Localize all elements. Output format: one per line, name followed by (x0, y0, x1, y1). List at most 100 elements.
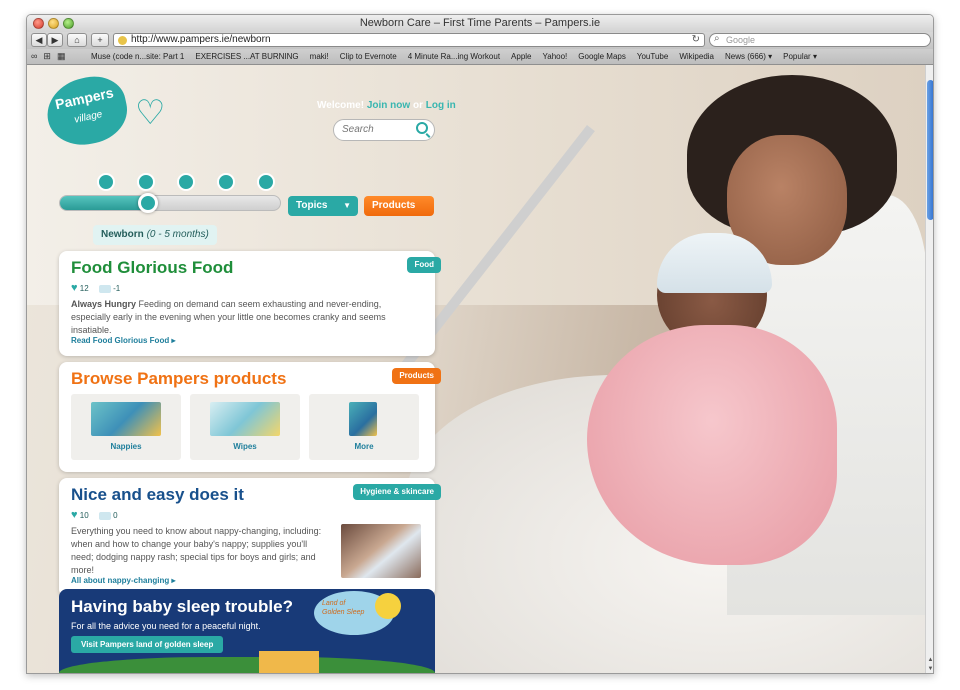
products-button[interactable]: Products (364, 196, 434, 216)
food-stats: ♥ 12 -1 (71, 282, 120, 294)
stage-slider[interactable] (59, 193, 281, 213)
search-icon: ⌕ (714, 33, 720, 44)
bookmark-tools: ∞ ⊞ ▦ (31, 51, 65, 62)
hygiene-card-title[interactable]: Nice and easy does it (71, 485, 244, 505)
bookmarks-bar: ∞ ⊞ ▦ Muse (code n...site: Part 1 EXERCI… (27, 49, 933, 65)
web-search-input[interactable]: ⌕ Google (709, 33, 931, 47)
address-bar[interactable]: http://www.pampers.ie/newborn ↻ (113, 33, 705, 47)
bookmark-item[interactable]: News (666) ▾ (725, 52, 772, 61)
food-description: Always Hungry Feeding on demand can seem… (71, 298, 421, 337)
comment-icon[interactable] (98, 511, 111, 520)
food-card-title[interactable]: Food Glorious Food (71, 258, 233, 278)
slider-fill (60, 196, 148, 210)
hill-illustration (59, 657, 435, 673)
site-search-placeholder: Search (342, 124, 374, 135)
welcome-text: Welcome! (317, 100, 365, 111)
back-button[interactable]: ◀ (31, 33, 47, 47)
page-viewport: Pampers village ♡ Welcome! Join now or L… (27, 65, 925, 673)
product-label: Nappies (110, 442, 142, 451)
close-window-button[interactable] (33, 18, 44, 29)
forward-button[interactable]: ▶ (47, 33, 63, 47)
house-illustration (259, 651, 319, 673)
grid-icon[interactable]: ▦ (57, 51, 66, 62)
products-tag[interactable]: Products (392, 368, 441, 384)
preschooler-icon[interactable] (257, 173, 275, 191)
bookmark-item[interactable]: Wikipedia (679, 52, 714, 61)
title-bar: Newborn Care – First Time Parents – Pamp… (27, 15, 933, 32)
nappy-change-photo[interactable] (341, 524, 421, 578)
zoom-window-button[interactable] (63, 18, 74, 29)
hygiene-likes: 10 (79, 511, 89, 520)
add-bookmark-button[interactable]: + (91, 33, 109, 47)
product-tile-more[interactable]: More (309, 394, 419, 460)
scroll-thumb[interactable] (927, 80, 933, 220)
moon-icon (375, 593, 401, 619)
food-tag[interactable]: Food (407, 257, 441, 273)
chevron-down-icon: ▼ (343, 201, 351, 210)
golden-sleep-button[interactable]: Visit Pampers land of golden sleep (71, 636, 224, 653)
product-label: Wipes (233, 442, 257, 451)
window-controls (33, 18, 74, 29)
stage-range: (0 - 5 months) (146, 229, 209, 240)
food-read-more-link[interactable]: Read Food Glorious Food (71, 336, 175, 345)
more-products-image (349, 402, 377, 436)
food-likes: 12 (79, 284, 89, 293)
web-search-placeholder: Google (726, 35, 756, 45)
sleep-banner[interactable]: Land of Golden Sleep Having baby sleep t… (59, 589, 435, 673)
bookmark-item[interactable]: maki! (310, 52, 329, 61)
toddler-icon[interactable] (217, 173, 235, 191)
hygiene-description: Everything you need to know about nappy-… (71, 526, 322, 575)
reading-glasses-icon[interactable]: ∞ (31, 51, 37, 62)
food-card: Food Glorious Food Food ♥ 12 -1 Always H… (59, 251, 441, 356)
home-icon[interactable]: ⌂ (67, 33, 87, 47)
bookmark-item[interactable]: Apple (511, 52, 531, 61)
welcome-bar: Welcome! Join now or Log in (317, 100, 456, 111)
hygiene-card: Nice and easy does it Hygiene & skincare… (59, 478, 441, 597)
product-tile-wipes[interactable]: Wipes (190, 394, 300, 460)
hygiene-stats: ♥ 10 0 (71, 509, 118, 521)
pregnancy-icon[interactable] (97, 173, 115, 191)
hygiene-tag[interactable]: Hygiene & skincare (353, 484, 441, 500)
slider-handle[interactable] (138, 193, 158, 213)
stage-label: Newborn (0 - 5 months) (93, 225, 217, 245)
wipes-image (210, 402, 280, 436)
heart-icon[interactable]: ♥ (71, 282, 78, 294)
book-icon[interactable]: ⊞ (43, 51, 51, 62)
bookmark-item[interactable]: Popular ▾ (783, 52, 817, 61)
baby-icon[interactable] (177, 173, 195, 191)
nappy-changing-link[interactable]: All about nappy-changing (71, 576, 175, 585)
nappies-image (91, 402, 161, 436)
or-text: or (412, 100, 423, 111)
stage-name: Newborn (101, 229, 144, 240)
golden-sleep-badge: Land of Golden Sleep (322, 599, 364, 617)
badge-line-2: Golden Sleep (322, 609, 365, 616)
bookmark-item[interactable]: YouTube (637, 52, 668, 61)
bookmark-item[interactable]: Clip to Evernote (340, 52, 397, 61)
bookmark-item[interactable]: Yahoo! (543, 52, 568, 61)
reload-icon[interactable]: ↻ (692, 34, 700, 46)
product-label: More (354, 442, 374, 451)
join-now-link[interactable]: Join now (367, 100, 410, 111)
heart-logo-icon: ♡ (135, 94, 166, 132)
product-tile-nappies[interactable]: Nappies (71, 394, 181, 460)
newborn-icon[interactable] (137, 173, 155, 191)
bookmark-item[interactable]: 4 Minute Ra...ing Workout (408, 52, 500, 61)
food-intro: Always Hungry (71, 299, 137, 309)
topics-dropdown[interactable]: Topics ▼ (288, 196, 358, 216)
minimize-window-button[interactable] (48, 18, 59, 29)
bookmark-item[interactable]: EXERCISES ...AT BURNING (195, 52, 298, 61)
products-card-title[interactable]: Browse Pampers products (71, 369, 286, 389)
bookmark-item[interactable]: Google Maps (578, 52, 626, 61)
food-comments: -1 (113, 284, 121, 293)
scroll-down-arrow-icon[interactable]: ▼ (927, 666, 933, 673)
vertical-scrollbar[interactable]: ▲ ▼ (925, 65, 933, 673)
scroll-up-arrow-icon[interactable]: ▲ (927, 657, 933, 665)
search-icon[interactable] (416, 122, 428, 134)
bookmark-item[interactable]: Muse (code n...site: Part 1 (91, 52, 184, 61)
comment-icon[interactable] (98, 284, 111, 293)
favicon-icon (118, 36, 127, 45)
heart-icon[interactable]: ♥ (71, 509, 78, 521)
login-link[interactable]: Log in (426, 100, 456, 111)
site-search-input[interactable]: Search (333, 119, 435, 141)
hygiene-comments: 0 (113, 511, 118, 520)
